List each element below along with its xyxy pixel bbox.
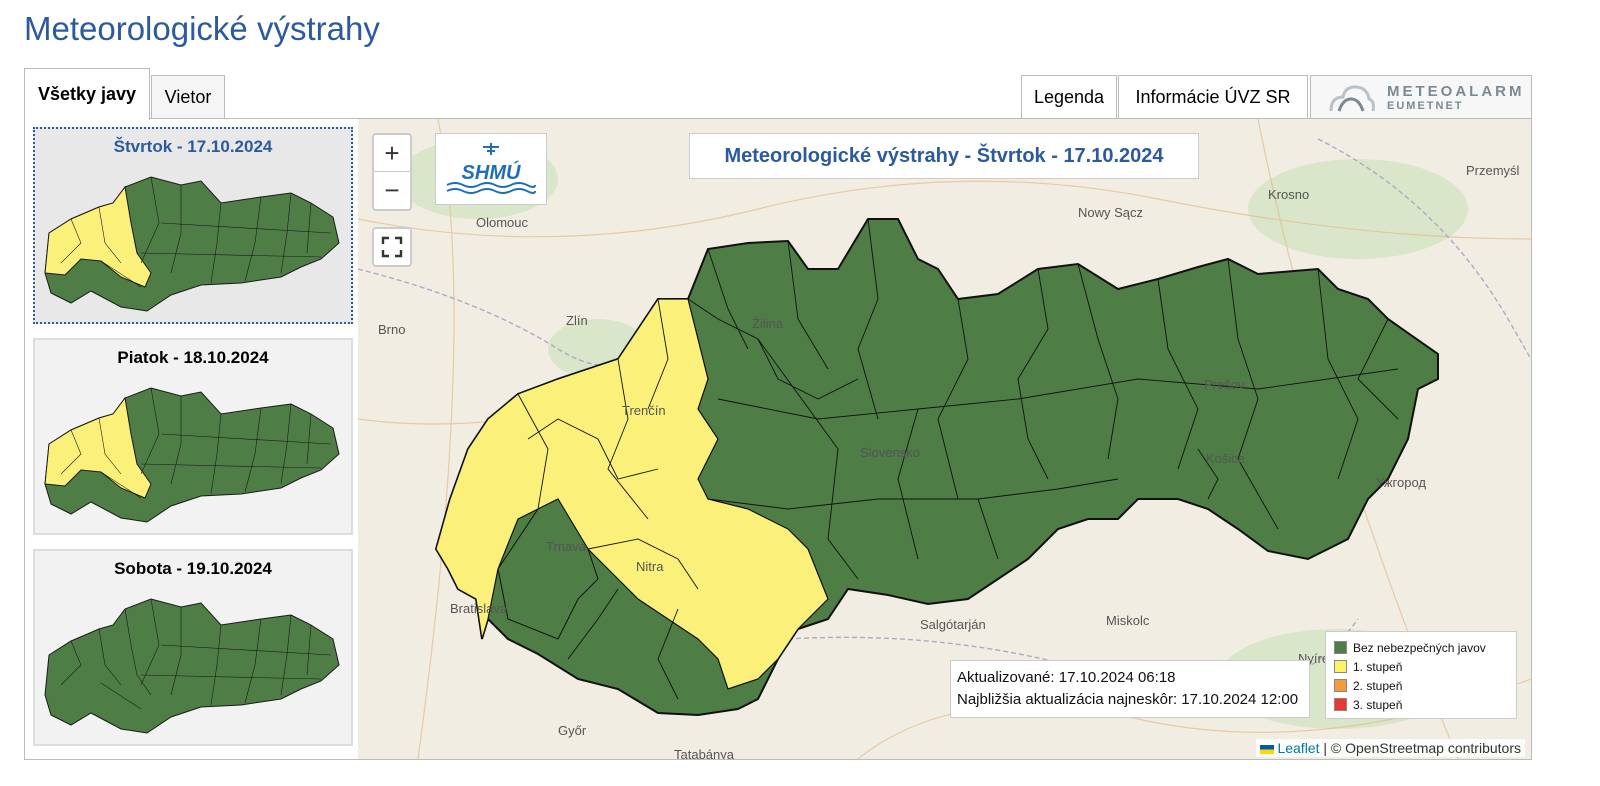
legend-label: 3. stupeň: [1353, 697, 1403, 712]
meteoalarm-title: METEOALARM: [1387, 83, 1525, 100]
day-card-friday[interactable]: Piatok - 18.10.2024: [33, 338, 353, 535]
tab-vsetky-javy[interactable]: Všetky javy: [24, 68, 150, 120]
osm-attribution: | © OpenStreetmap contributors: [1323, 740, 1521, 756]
tab-informacie-uvz[interactable]: Informácie ÚVZ SR: [1118, 75, 1308, 119]
leaflet-link[interactable]: Leaflet: [1277, 740, 1319, 756]
map-legend: Bez nebezpečných javov 1. stupeň 2. stup…: [1325, 631, 1517, 719]
ukraine-flag-icon: [1259, 744, 1274, 754]
city-label: Žilina: [752, 316, 784, 331]
legend-label: 1. stupeň: [1353, 659, 1403, 674]
day-sidebar: Štvrtok - 17.10.2024 Piatok - 18.10.2024: [25, 119, 358, 759]
city-label: Zlín: [566, 313, 588, 328]
city-label: Przemyśl: [1466, 163, 1520, 178]
shmu-logo-text: SHMÚ: [462, 160, 521, 184]
city-label: Nitra: [636, 559, 664, 574]
city-label: Krosno: [1268, 187, 1310, 202]
meteoalarm-logo-icon: [1329, 84, 1375, 112]
legend-swatch: [1334, 679, 1347, 692]
mini-map-thursday: [44, 176, 340, 312]
city-label: Bratislava: [450, 601, 508, 616]
city-label: Slovensko: [860, 445, 920, 460]
city-label: Olomouc: [476, 215, 529, 230]
legend-swatch: [1334, 641, 1347, 654]
city-label: Tatabánya: [674, 747, 734, 759]
zoom-in-button[interactable]: +: [374, 135, 410, 172]
updated-text: Aktualizované: 17.10.2024 06:18: [957, 669, 1176, 686]
legend-swatch: [1334, 698, 1347, 711]
fullscreen-icon: [381, 236, 403, 258]
map-attribution: Leaflet | © OpenStreetmap contributors: [1255, 739, 1525, 757]
zoom-out-button[interactable]: −: [374, 172, 410, 209]
legend-swatch: [1334, 660, 1347, 673]
city-label: Nowy Sącz: [1078, 205, 1144, 220]
legend-label: Bez nebezpečných javov: [1353, 640, 1486, 655]
tab-legenda[interactable]: Legenda: [1021, 75, 1117, 119]
day-card-thursday[interactable]: Štvrtok - 17.10.2024: [33, 127, 353, 324]
city-label: Prešov: [1204, 377, 1245, 392]
warning-map[interactable]: Olomouc Zlín Brno Žilina Trenčín Trnava …: [358, 119, 1531, 759]
next-update-text: Najbližšia aktualizácia najneskôr: 17.10…: [957, 691, 1299, 708]
city-label: Miskolc: [1106, 613, 1150, 628]
legend-item: 3. stupeň: [1334, 695, 1508, 714]
shmu-logo-icon: SHMÚ: [446, 143, 536, 194]
fullscreen-button[interactable]: [372, 227, 412, 267]
zoom-control: + −: [372, 133, 412, 211]
day-label: Sobota - 19.10.2024: [114, 559, 272, 578]
meteoalarm-subtitle: EUMETNET: [1387, 100, 1464, 112]
mini-map-saturday: [44, 598, 340, 734]
city-label: Trnava: [546, 539, 586, 554]
update-info: Aktualizované: 17.10.2024 06:18 Najbližš…: [950, 660, 1310, 718]
legend-item: Bez nebezpečných javov: [1334, 638, 1508, 657]
city-label: Košice: [1206, 451, 1246, 466]
day-card-saturday[interactable]: Sobota - 19.10.2024: [33, 549, 353, 746]
day-label: Piatok - 18.10.2024: [117, 348, 269, 367]
tab-vietor[interactable]: Vietor: [151, 75, 225, 119]
legend-item: 2. stupeň: [1334, 676, 1508, 695]
city-label: Ужгород: [1376, 475, 1426, 490]
meteoalarm-link[interactable]: METEOALARM EUMETNET: [1310, 75, 1532, 119]
day-label: Štvrtok - 17.10.2024: [113, 137, 273, 156]
shmu-logo[interactable]: SHMÚ: [435, 133, 547, 205]
mini-map-friday: [44, 387, 340, 523]
legend-item: 1. stupeň: [1334, 657, 1508, 676]
map-title: Meteorologické výstrahy - Štvrtok - 17.1…: [689, 133, 1199, 179]
city-label: Győr: [558, 723, 587, 738]
city-label: Trenčín: [622, 403, 666, 418]
city-label: Brno: [378, 322, 406, 337]
legend-label: 2. stupeň: [1353, 678, 1403, 693]
city-label: Salgótarján: [920, 617, 986, 632]
page-title: Meteorologické výstrahy: [24, 10, 380, 47]
